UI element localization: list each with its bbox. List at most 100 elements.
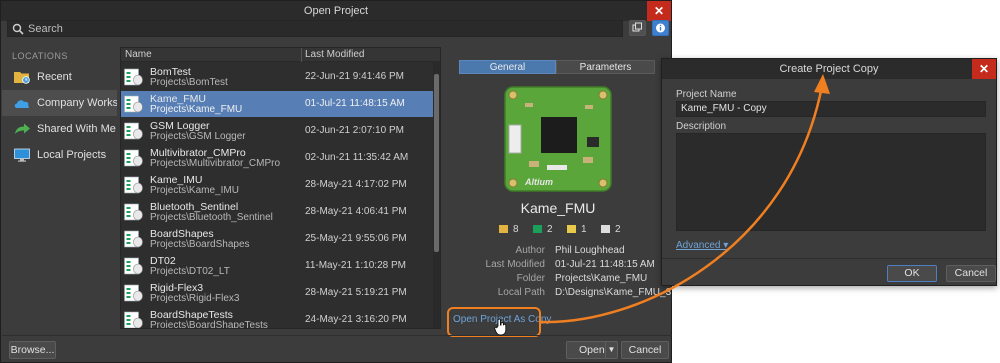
- description-field[interactable]: [676, 133, 986, 231]
- table-row[interactable]: Bluetooth_Sentinel Projects\Bluetooth_Se…: [121, 199, 433, 225]
- project-name-label: Project Name: [676, 89, 737, 100]
- project-modified: 02-Jun-21 2:07:10 PM: [305, 125, 404, 136]
- copy-view-button[interactable]: [629, 20, 646, 36]
- search-input[interactable]: Search: [7, 20, 623, 37]
- locations-panel: LOCATIONS Recent Company Workspa... Shar…: [2, 44, 117, 336]
- pcb-count: 2: [547, 224, 553, 235]
- modified-value: 01-Jul-21 11:48:15 AM: [555, 259, 655, 270]
- project-modified: 11-May-21 1:10:28 PM: [305, 260, 406, 271]
- footer-divider: [2, 335, 672, 336]
- search-placeholder: Search: [28, 23, 63, 35]
- tab-general[interactable]: General: [459, 60, 556, 74]
- description-label: Description: [676, 121, 727, 132]
- monitor-icon: [14, 148, 30, 162]
- chevron-down-icon[interactable]: ▼: [605, 342, 617, 358]
- location-local-projects[interactable]: Local Projects: [2, 142, 117, 168]
- project-stats: 8 2 1 2: [499, 224, 639, 238]
- tab-parameters[interactable]: Parameters: [556, 60, 655, 74]
- project-file-icon: [124, 122, 143, 140]
- info-icon: [656, 23, 665, 33]
- project-file-icon: [124, 284, 143, 302]
- scrollbar-thumb[interactable]: [434, 74, 439, 252]
- project-path: Projects\BoardShapes: [150, 239, 250, 250]
- location-label: Recent: [37, 71, 72, 83]
- column-divider: [301, 48, 302, 62]
- table-row[interactable]: DT02 Projects\DT02_LT 11-May-21 1:10:28 …: [121, 253, 433, 279]
- project-file-icon: [124, 176, 143, 194]
- close-button[interactable]: ✕: [647, 1, 671, 21]
- project-title: Kame_FMU: [520, 200, 596, 216]
- project-path: Projects\Kame_IMU: [150, 185, 239, 196]
- copy-cancel-button[interactable]: Cancel: [946, 265, 996, 282]
- modified-label: Last Modified: [485, 259, 545, 270]
- location-recent[interactable]: Recent: [2, 64, 117, 90]
- documents-count: 8: [513, 224, 519, 235]
- locations-header: LOCATIONS: [12, 51, 68, 61]
- project-modified: 01-Jul-21 11:48:15 AM: [305, 98, 405, 109]
- document-icon: [601, 225, 610, 234]
- table-row[interactable]: GSM Logger Projects\GSM Logger 02-Jun-21…: [121, 118, 433, 144]
- open-button-label: Open: [579, 344, 605, 356]
- project-modified: 02-Jun-21 11:35:42 AM: [305, 152, 409, 163]
- project-path: Projects\DT02_LT: [150, 266, 230, 277]
- list-header: Name Last Modified: [121, 48, 440, 62]
- local-path-value: D:\Designs\Kame_FMU_3: [555, 287, 672, 298]
- project-file-icon: [124, 68, 143, 86]
- project-modified: 28-May-21 4:06:41 PM: [305, 206, 407, 217]
- project-modified: 28-May-21 5:19:21 PM: [305, 287, 407, 298]
- browse-button[interactable]: Browse...: [9, 341, 56, 359]
- cloud-icon: [14, 100, 30, 108]
- folder-icon: [499, 225, 508, 234]
- project-modified: 24-May-21 3:16:20 PM: [305, 314, 407, 325]
- location-label: Shared With Me: [37, 123, 116, 135]
- sheets-count: 1: [581, 224, 587, 235]
- copy-dialog-title: Create Project Copy: [662, 59, 996, 79]
- location-company-workspace[interactable]: Company Workspa...: [2, 90, 117, 116]
- table-row[interactable]: Rigid-Flex3 Projects\Rigid-Flex3 28-May-…: [121, 280, 433, 306]
- info-button[interactable]: [652, 20, 669, 36]
- project-file-icon: [124, 257, 143, 275]
- cancel-button[interactable]: Cancel: [621, 341, 669, 359]
- folder-label: Folder: [516, 273, 545, 284]
- share-arrow-icon: [15, 123, 30, 134]
- ok-button[interactable]: OK: [887, 265, 937, 282]
- advanced-toggle[interactable]: Advanced ▾: [676, 240, 728, 251]
- other-count: 2: [615, 224, 621, 235]
- copy-icon: [632, 22, 642, 32]
- project-path: Projects\GSM Logger: [150, 131, 246, 142]
- table-row-selected[interactable]: Kame_FMU Projects\Kame_FMU 01-Jul-21 11:…: [121, 91, 433, 117]
- folder-value: Projects\Kame_FMU: [555, 273, 648, 284]
- hand-cursor-icon: [494, 318, 507, 336]
- column-last-modified[interactable]: Last Modified: [305, 49, 364, 60]
- project-file-icon: [124, 230, 143, 248]
- folder-clock-icon: [14, 72, 30, 84]
- table-row[interactable]: Kame_IMU Projects\Kame_IMU 28-May-21 4:1…: [121, 172, 433, 198]
- project-file-icon: [124, 203, 143, 221]
- table-row[interactable]: Multivibrator_CMPro Projects\Multivibrat…: [121, 145, 433, 171]
- project-path: Projects\Bluetooth_Sentinel: [150, 212, 273, 223]
- list-scrollbar[interactable]: [433, 62, 440, 328]
- pcb-icon: [533, 225, 542, 234]
- column-name[interactable]: Name: [125, 49, 152, 60]
- project-file-icon: [124, 149, 143, 167]
- svg-text:Altium: Altium: [524, 177, 553, 187]
- detail-tabs: General Parameters: [459, 60, 655, 74]
- location-shared-with-me[interactable]: Shared With Me: [2, 116, 117, 142]
- project-path: Projects\Rigid-Flex3: [150, 293, 240, 304]
- project-list: Name Last Modified BomTest Projects\BomT…: [120, 47, 441, 329]
- local-path-label: Local Path: [497, 287, 545, 298]
- sheet-icon: [567, 225, 576, 234]
- open-project-dialog: Open Project ✕ Search LOCATIONS Recent C…: [0, 0, 672, 363]
- project-name-field[interactable]: Kame_FMU - Copy: [676, 101, 986, 117]
- project-file-icon: [124, 311, 143, 328]
- copy-footer-divider: [662, 258, 996, 259]
- project-path: Projects\Kame_FMU: [150, 104, 243, 115]
- stat-sheets: 1: [567, 224, 587, 235]
- open-button[interactable]: Open ▼: [566, 341, 618, 359]
- project-modified: 25-May-21 9:55:06 PM: [305, 233, 407, 244]
- location-label: Company Workspa...: [37, 97, 117, 109]
- table-row[interactable]: BoardShapeTests Projects\BoardShapeTests…: [121, 307, 433, 328]
- table-row[interactable]: BoardShapes Projects\BoardShapes 25-May-…: [121, 226, 433, 252]
- copy-dialog-close-button[interactable]: ✕: [972, 59, 996, 79]
- table-row[interactable]: BomTest Projects\BomTest 22-Jun-21 9:41:…: [121, 64, 433, 90]
